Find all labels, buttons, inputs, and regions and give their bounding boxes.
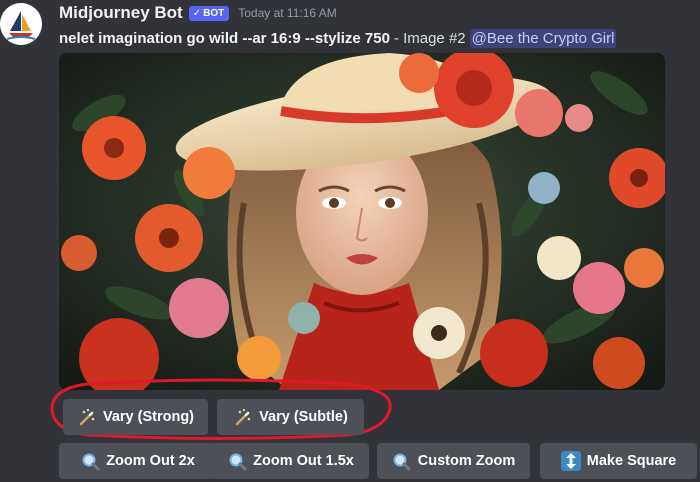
- author-name[interactable]: Midjourney Bot: [59, 3, 183, 23]
- sailboat-logo-icon: [0, 3, 42, 45]
- zoom-out-1-5x-label: Zoom Out 1.5x: [253, 453, 354, 469]
- magic-wand-icon: [77, 407, 97, 427]
- zoom-out-2x-button[interactable]: Zoom Out 2x: [59, 443, 216, 479]
- magnifier-icon: [80, 451, 100, 471]
- bot-badge: ✓ BOT: [188, 5, 230, 21]
- make-square-label: Make Square: [586, 453, 677, 469]
- magic-wand-icon: [233, 407, 253, 427]
- generated-image[interactable]: [59, 53, 665, 390]
- up-down-arrow-icon: [560, 451, 581, 471]
- zoom-out-2x-label: Zoom Out 2x: [106, 453, 195, 469]
- prompt-text: nelet imagination go wild --ar 16:9 --st…: [59, 29, 390, 47]
- make-square-button[interactable]: Make Square: [540, 443, 697, 479]
- magnifier-icon: [227, 451, 247, 471]
- image-index: - Image #2: [393, 29, 466, 47]
- checkmark-icon: ✓: [192, 7, 202, 19]
- custom-zoom-label: Custom Zoom: [417, 453, 516, 469]
- vary-subtle-button[interactable]: Vary (Subtle): [217, 399, 364, 435]
- message-header: Midjourney Bot ✓ BOT Today at 11:16 AM: [59, 1, 337, 25]
- magnifier-icon: [392, 451, 412, 471]
- zoom-out-1-5x-button[interactable]: Zoom Out 1.5x: [212, 443, 369, 479]
- bot-badge-label: BOT: [203, 7, 225, 19]
- custom-zoom-button[interactable]: Custom Zoom: [377, 443, 530, 479]
- vary-subtle-label: Vary (Subtle): [259, 409, 348, 425]
- vary-strong-label: Vary (Strong): [102, 409, 195, 425]
- user-mention[interactable]: @Bee the Crypto Girl: [469, 28, 617, 48]
- bot-avatar[interactable]: [0, 3, 42, 45]
- message-content: nelet imagination go wild --ar 16:9 --st…: [59, 27, 617, 49]
- message-timestamp: Today at 11:16 AM: [238, 6, 337, 20]
- portrait-illustration: [59, 53, 665, 390]
- vary-strong-button[interactable]: Vary (Strong): [63, 399, 208, 435]
